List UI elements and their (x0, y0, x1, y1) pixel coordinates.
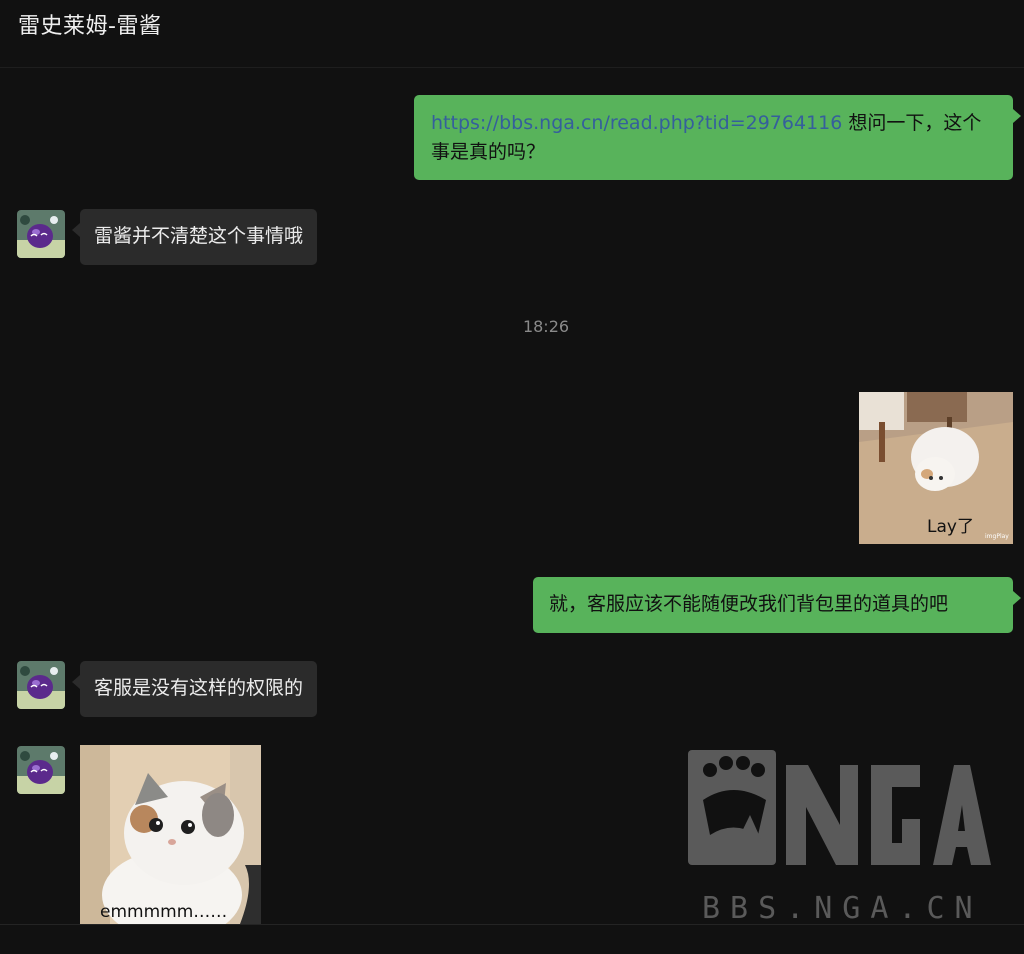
chat-header: 雷史莱姆-雷酱 (0, 0, 1024, 68)
message-text: 雷酱并不清楚这个事情哦 (94, 225, 304, 247)
image-credit: imgPlay (985, 533, 1009, 540)
message-link[interactable]: https://bbs.nga.cn/read.php?tid=29764116 (431, 112, 842, 134)
contact-avatar[interactable] (17, 661, 65, 709)
purple-slime-avatar-icon (17, 746, 65, 794)
message-text: 想问一下，这个 (842, 112, 982, 134)
message-text: 就，客服应该不能随便改我们背包里的道具的吧 (549, 593, 949, 615)
image-caption: emmmmm…… (100, 902, 228, 922)
message-bubble-outgoing[interactable]: 就，客服应该不能随便改我们背包里的道具的吧 (533, 577, 1021, 633)
message-text: 事是真的吗？ (431, 141, 546, 163)
nga-watermark: BBS.NGA.CN (688, 745, 993, 926)
message-text: 客服是没有这样的权限的 (94, 677, 304, 699)
purple-slime-avatar-icon (17, 210, 65, 258)
message-image-outgoing[interactable]: Lay了 imgPlay (859, 392, 1013, 544)
watermark-text: BBS.NGA.CN (702, 891, 983, 926)
message-image-incoming[interactable]: emmmmm…… (80, 745, 261, 924)
message-bubble-incoming[interactable]: 客服是没有这样的权限的 (71, 661, 318, 717)
chat-title: 雷史莱姆-雷酱 (18, 14, 162, 39)
contact-avatar[interactable] (17, 746, 65, 794)
message-timestamp: 18:26 (522, 317, 570, 336)
nga-logo (688, 750, 991, 865)
contact-avatar[interactable] (17, 210, 65, 258)
image-caption: Lay了 (927, 517, 974, 537)
cat-meme-image (80, 745, 261, 924)
input-bar[interactable] (0, 924, 1024, 954)
message-bubble-incoming[interactable]: 雷酱并不清楚这个事情哦 (71, 209, 318, 265)
purple-slime-avatar-icon (17, 661, 65, 709)
message-bubble-outgoing[interactable]: https://bbs.nga.cn/read.php?tid=29764116… (414, 95, 1021, 180)
